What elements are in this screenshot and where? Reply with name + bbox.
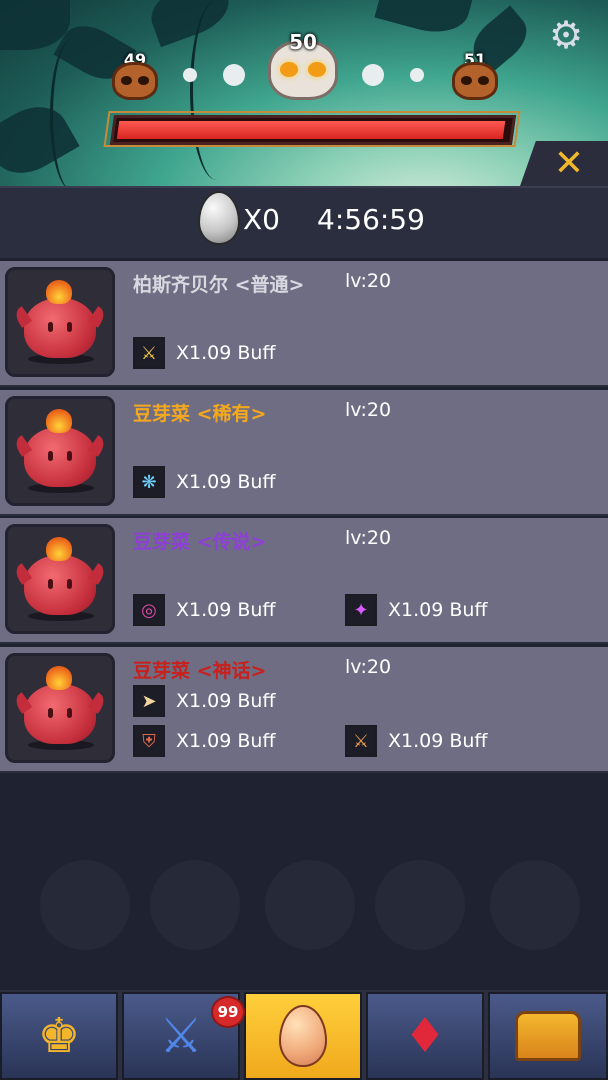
monster-level: lv:20 [345,270,392,292]
buff-text: X1.09 Buff [388,599,488,621]
monster-card[interactable]: 豆芽菜 <神话> lv:20 ➤ X1.09 Buff ⛨ X1.09 Buff ⚔ X1.0… [0,647,608,773]
countdown-timer: 4:56:59 [317,203,425,236]
progress-dot [223,64,245,86]
fire-slime-icon [11,666,109,744]
next-level-skull: 51 [452,50,498,100]
monster-name: 豆芽菜 <传说> [133,531,267,553]
gem-crest-icon: ♦ [403,1008,447,1064]
fire-slime-icon [11,280,109,358]
monster-card[interactable]: 柏斯齐贝尔 <普通> lv:20 ⚔ X1.09 Buff [0,261,608,387]
notification-badge: 99 [211,996,245,1028]
skull-icon [112,62,158,100]
tab-treasure[interactable] [488,992,608,1080]
progress-dot [410,68,424,82]
tab-gems[interactable]: ♦ [366,992,484,1080]
buff-text: X1.09 Buff [388,730,488,752]
leaf-decoration [374,0,476,41]
monster-card[interactable]: 豆芽菜 <稀有> lv:20 ❋ X1.09 Buff [0,390,608,516]
monster-portrait [5,396,115,506]
faded-background-shape [490,860,580,950]
buff-item: ⚔ X1.09 Buff [345,725,488,757]
skull-icon [452,62,498,100]
helmet-icon: ♚ [37,1008,81,1064]
tab-eggs[interactable] [244,992,362,1080]
close-icon: ✕ [553,143,585,184]
magic-sword-icon: ✦ [345,594,377,626]
progress-dot [183,68,197,82]
buff-item: ⚔ X1.09 Buff [133,337,276,369]
egg-icon [198,191,240,245]
monster-name: 柏斯齐贝尔 <普通> [133,274,305,296]
boss-banner: 49 50 51 ⚙ ✕ [0,0,608,186]
buff-text: X1.09 Buff [176,342,276,364]
monster-portrait [5,524,115,634]
monster-name: 豆芽菜 <神话> [133,660,267,682]
vine-decoration [50,40,93,186]
buff-item: ❋ X1.09 Buff [133,466,276,498]
monster-card[interactable]: 豆芽菜 <传说> lv:20 ◎ X1.09 Buff ✦ X1.09 Buff [0,518,608,644]
sun-orb-icon: ◎ [133,594,165,626]
monster-level: lv:20 [345,399,392,421]
current-level-number: 50 [289,30,317,54]
fire-slime-icon [11,537,109,615]
bottom-tab-bar: ♚ ⚔ ♦ [0,990,608,1080]
bow-icon: ➤ [133,685,165,717]
buff-item: ✦ X1.09 Buff [345,594,488,626]
crest-shield-icon: ⛨ [133,725,165,757]
buff-text: X1.09 Buff [176,599,276,621]
buff-text: X1.09 Buff [176,730,276,752]
egg-count: X0 [243,203,280,236]
close-button[interactable]: ✕ [520,141,608,186]
settings-gear-icon[interactable]: ⚙ [547,16,585,54]
shield-burst-icon: ❋ [133,466,165,498]
tab-heroes[interactable]: ♚ [0,992,118,1080]
faded-background-shape [375,860,465,950]
buff-text: X1.09 Buff [176,690,276,712]
monster-level: lv:20 [345,656,392,678]
boss-hp-fill [116,121,506,139]
egg-info-bar [0,186,608,258]
buff-item: ◎ X1.09 Buff [133,594,276,626]
buff-text: X1.09 Buff [176,471,276,493]
faded-background-shape [265,860,355,950]
monster-portrait [5,653,115,763]
egg-icon [279,1005,327,1067]
vine-decoration [190,0,243,180]
sword-icon: ⚔ [133,337,165,369]
buff-item: ⛨ X1.09 Buff [133,725,276,757]
fire-slime-icon [11,409,109,487]
buff-item: ➤ X1.09 Buff [133,685,276,717]
faded-background-shape [150,860,240,950]
sword-shield-icon: ⚔ [159,1008,203,1064]
current-level-skull: 50 [268,30,338,100]
faded-background-shape [40,860,130,950]
prev-level-skull: 49 [112,50,158,100]
boss-hp-bar [109,115,517,145]
progress-dot [362,64,384,86]
monster-name: 豆芽菜 <稀有> [133,403,267,425]
crossed-swords-icon: ⚔ [345,725,377,757]
treasure-chest-icon [515,1011,581,1061]
monster-portrait [5,267,115,377]
monster-level: lv:20 [345,527,392,549]
